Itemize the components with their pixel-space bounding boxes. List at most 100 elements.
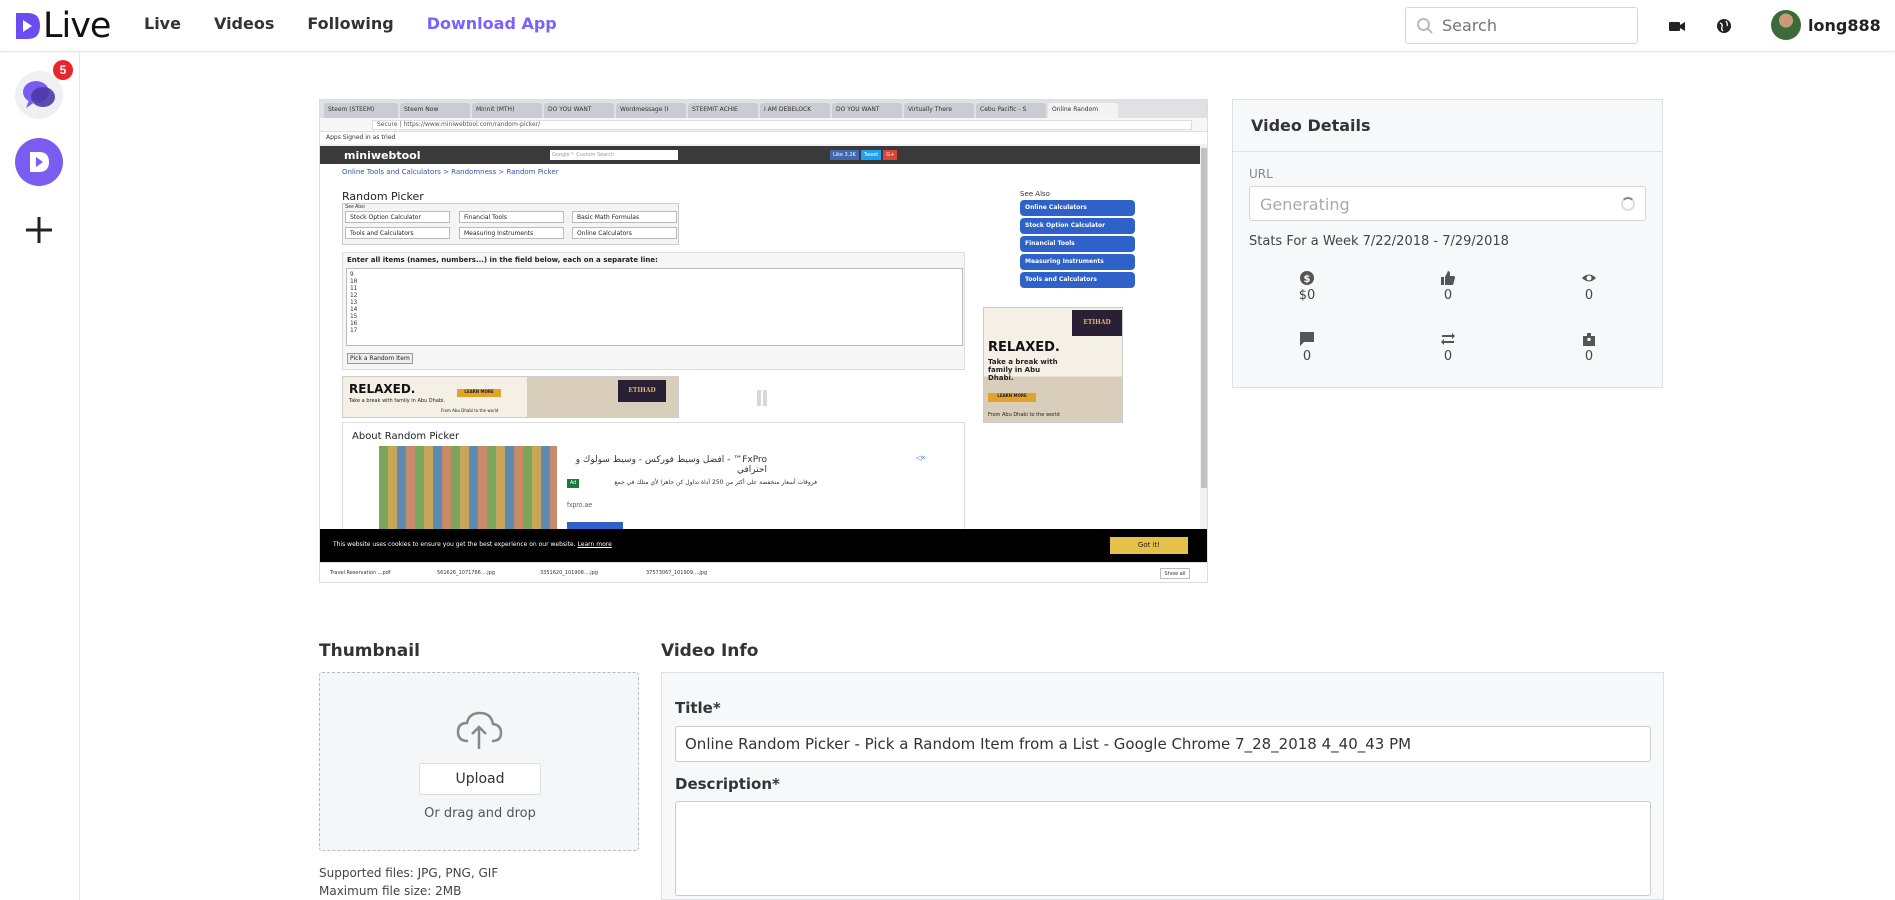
globe-language-icon[interactable] bbox=[1713, 15, 1735, 37]
etihad-logo: ETIHAD bbox=[1072, 310, 1122, 336]
ad-text: Take a break with family in Abu Dhabi. bbox=[349, 398, 446, 404]
download-item: Travel Reservation ...pdf bbox=[330, 570, 391, 576]
cloud-upload-icon bbox=[456, 711, 503, 749]
user-menu[interactable]: long888 bbox=[1771, 10, 1881, 40]
link-item: Financial Tools bbox=[459, 211, 564, 223]
browser-tab: I AM DEBELOCK bbox=[760, 103, 830, 118]
ad-from: From Abu Dhabi to the world bbox=[988, 412, 1060, 418]
cookie-message: This website uses cookies to ensure you … bbox=[333, 541, 576, 548]
cookie-banner: This website uses cookies to ensure you … bbox=[320, 529, 1207, 562]
chat-notification-badge: 5 bbox=[53, 60, 73, 80]
side-links: See Also Online Calculators Stock Option… bbox=[1020, 190, 1135, 288]
ad-choices-icon: ◁× bbox=[916, 455, 926, 462]
preview-scrollbar bbox=[1200, 146, 1207, 544]
download-item: 3351620_101908....jpg bbox=[540, 570, 598, 576]
stat-likes-value: 0 bbox=[1443, 288, 1453, 303]
share-gplus: G+ bbox=[883, 150, 898, 160]
see-also-links: See Also Stock Option Calculator Financi… bbox=[342, 203, 679, 245]
url-field[interactable]: Generating bbox=[1249, 186, 1646, 221]
stat-earnings-value: $0 bbox=[1298, 288, 1316, 303]
search-input[interactable] bbox=[1442, 16, 1632, 35]
dlive-logo[interactable]: Live bbox=[14, 9, 111, 44]
drag-drop-text: Or drag and drop bbox=[424, 806, 536, 821]
go-live-camera-icon[interactable] bbox=[1666, 15, 1688, 37]
chat-bubbles-icon bbox=[23, 81, 55, 108]
nav-following[interactable]: Following bbox=[307, 14, 393, 33]
ad-from: From Abu Dhabi to the world bbox=[441, 408, 499, 413]
supported-files: Supported files: JPG, PNG, GIF bbox=[319, 866, 499, 880]
video-details-title: Video Details bbox=[1233, 100, 1662, 152]
ad-headline: RELAXED. bbox=[988, 340, 1060, 355]
stat-likes: 0 bbox=[1398, 270, 1498, 303]
site-search: Google™ Custom Search bbox=[550, 150, 678, 160]
nav-videos[interactable]: Videos bbox=[214, 14, 274, 33]
etihad-ad-wide: RELAXED. Take a break with family in Abu… bbox=[342, 376, 679, 418]
site-header: miniwebtool Google™ Custom Search Like 3… bbox=[320, 146, 1200, 164]
url-value: Generating bbox=[1260, 195, 1350, 214]
description-label: Description* bbox=[675, 775, 780, 793]
avatar bbox=[1771, 10, 1801, 40]
title-input[interactable]: Online Random Picker - Pick a Random Ite… bbox=[675, 726, 1651, 762]
stat-gifts-value: 0 bbox=[1584, 349, 1594, 364]
stat-reposts: 0 bbox=[1398, 331, 1498, 364]
search-box[interactable] bbox=[1405, 7, 1638, 44]
pick-random-item-button: Pick a Random Item bbox=[347, 353, 413, 364]
left-sidebar bbox=[0, 53, 80, 900]
side-link-btn: Financial Tools bbox=[1020, 236, 1135, 252]
video-info-title: Video Info bbox=[661, 641, 759, 661]
preview-scroll-thumb bbox=[1201, 148, 1207, 488]
comment-icon bbox=[1300, 332, 1314, 346]
eye-icon bbox=[1582, 274, 1596, 282]
dollar-icon: $ bbox=[1300, 271, 1314, 285]
browser-tab: Wordmessage (I bbox=[616, 103, 686, 118]
ad-learn-more: LEARN MORE bbox=[988, 393, 1036, 402]
description-textarea[interactable] bbox=[675, 801, 1651, 896]
repost-icon bbox=[1441, 333, 1455, 345]
side-link-btn: Tools and Calculators bbox=[1020, 272, 1135, 288]
pause-icon bbox=[755, 390, 769, 406]
loading-spinner-icon bbox=[1621, 197, 1635, 211]
link-item: Stock Option Calculator bbox=[345, 211, 450, 223]
upload-button[interactable]: Upload bbox=[419, 763, 541, 795]
site-page-title: Random Picker bbox=[342, 190, 424, 203]
thumbnail-requirements: Supported files: JPG, PNG, GIF Maximum f… bbox=[319, 864, 498, 900]
title-label: Title* bbox=[675, 699, 721, 717]
plus-icon bbox=[26, 217, 52, 243]
picker-form-label: Enter all items (names, numbers...) in t… bbox=[347, 256, 658, 264]
browser-bookmarks: Apps Signed in as tried bbox=[320, 132, 1207, 144]
etihad-logo: ETIHAD bbox=[618, 380, 666, 402]
browser-tab-active: Online Random bbox=[1048, 103, 1118, 118]
gift-icon bbox=[1583, 333, 1595, 346]
dlive-home-button[interactable] bbox=[15, 138, 63, 186]
chat-button[interactable] bbox=[15, 71, 63, 119]
browser-tab: Virtually There bbox=[904, 103, 974, 118]
dlive-d-icon bbox=[30, 152, 49, 172]
about-title: About Random Picker bbox=[352, 431, 460, 442]
add-button[interactable] bbox=[15, 206, 63, 254]
video-details-panel: Video Details URL Generating Stats For a… bbox=[1232, 99, 1663, 388]
stat-comments-value: 0 bbox=[1302, 349, 1312, 364]
browser-tab: Cebu Pacific - S bbox=[976, 103, 1046, 118]
cookie-got-it-button: Got it! bbox=[1110, 537, 1188, 554]
stat-comments: 0 bbox=[1257, 331, 1357, 364]
thumbnail-title: Thumbnail bbox=[319, 641, 420, 661]
thumbnail-dropzone[interactable]: Upload Or drag and drop bbox=[319, 672, 639, 851]
share-buttons: Like 3.2K Tweet G+ bbox=[830, 150, 898, 160]
link-item: Online Calculators bbox=[572, 227, 677, 239]
fxpro-ad-title: FxPro™ - افضل وسيط فوركس - وسيط سولوك و … bbox=[575, 455, 767, 475]
browser-address-bar: Secure | https://www.miniwebtool.com/ran… bbox=[320, 118, 1207, 132]
etihad-ad-square: RELAXED. Take a break with family in Abu… bbox=[983, 307, 1123, 423]
video-preview[interactable]: Steem (STEEM) Steem Now Minnit (MTH) DO … bbox=[319, 99, 1208, 583]
site-body: Online Tools and Calculators > Randomnes… bbox=[320, 164, 1200, 545]
nav-download-app[interactable]: Download App bbox=[427, 14, 557, 33]
nav-live[interactable]: Live bbox=[144, 14, 181, 33]
svg-text:$: $ bbox=[1304, 274, 1311, 285]
side-link-btn: Measuring Instruments bbox=[1020, 254, 1135, 270]
stat-views: 0 bbox=[1539, 270, 1639, 303]
picker-textarea: 9 10 11 12 13 14 15 16 17 bbox=[346, 268, 963, 346]
ad-learn-more: LEARN MORE bbox=[457, 389, 501, 397]
video-info-panel: Title* Online Random Picker - Pick a Ran… bbox=[661, 672, 1664, 900]
stat-earnings: $ $0 bbox=[1257, 270, 1357, 303]
picker-form: Enter all items (names, numbers...) in t… bbox=[342, 252, 965, 370]
stat-gifts: 0 bbox=[1539, 331, 1639, 364]
